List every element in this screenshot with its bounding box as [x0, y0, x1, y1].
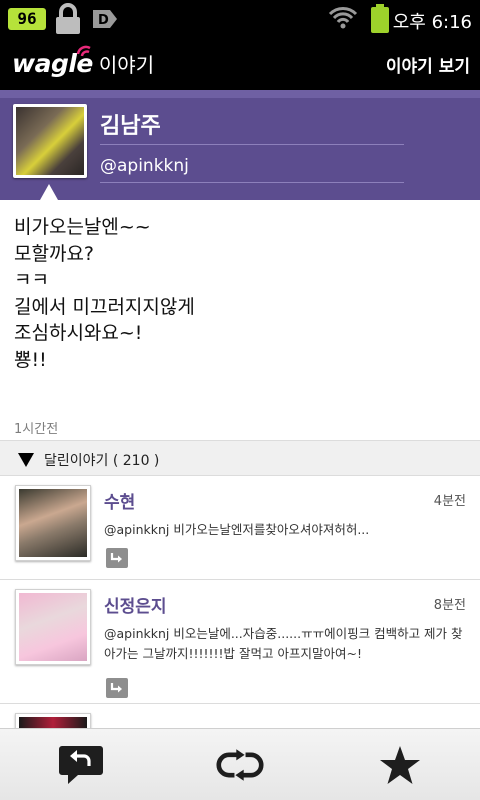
battery-icon — [370, 4, 390, 38]
reply-action-button[interactable] — [106, 678, 128, 698]
status-bar: 96 D 오후 6:16 — [0, 0, 480, 38]
bottom-action-bar — [0, 728, 480, 800]
reply-item[interactable]: 수현 4분전 @apinkknj 비가오는날엔저를찾아오셔야져허허... — [0, 476, 480, 580]
reply-avatar[interactable] — [15, 485, 91, 561]
reply-action-button[interactable] — [106, 548, 128, 568]
clock: 오후 6:16 — [392, 12, 472, 33]
reply-arrow-icon — [110, 553, 122, 563]
message-line: 뿅!! — [14, 348, 47, 371]
repost-button[interactable] — [216, 741, 264, 789]
replies-header[interactable]: 달린이야기 ( 210 ) — [0, 440, 480, 476]
view-stories-button[interactable]: 이야기 보기 — [386, 52, 470, 77]
message-body: 비가오는날엔~~ 모할까요? ㅋㅋ 길에서 미끄러지지않게 조심하시와요~! 뿅… — [14, 214, 464, 373]
reply-avatar[interactable] — [15, 589, 91, 665]
logo-subtitle: 이야기 — [98, 53, 155, 77]
svg-text:D: D — [98, 13, 109, 28]
reply-item[interactable]: 신정은지 8분전 @apinkknj 비오는날에...자습중......ㅠㅠ에이… — [0, 580, 480, 704]
reply-avatar[interactable] — [15, 713, 91, 728]
reply-icon — [59, 746, 103, 784]
reply-text: @apinkknj 비오는날에...자습중......ㅠㅠ에이핑크 컴백하고 제… — [104, 626, 463, 661]
profile-header: 김남주 @apinkknj — [0, 90, 480, 200]
profile-name[interactable]: 김남주 — [100, 108, 161, 140]
wagle-logo[interactable]: wagle 이야기 — [12, 44, 155, 82]
collapse-triangle-icon — [18, 452, 34, 471]
replies-list: 수현 4분전 @apinkknj 비가오는날엔저를찾아오셔야져허허... 신정은… — [0, 476, 480, 728]
profile-avatar[interactable] — [13, 104, 87, 178]
divider — [100, 144, 404, 145]
profile-handle[interactable]: @apinkknj — [100, 156, 189, 176]
wifi-icon — [328, 6, 358, 34]
reply-text: @apinkknj 비가오는날엔저를찾아오셔야져허허... — [104, 522, 370, 537]
lock-icon — [54, 3, 82, 39]
message-line: 조심하시와요~! — [14, 322, 143, 344]
reply-author[interactable]: 신정은지 — [104, 592, 167, 617]
speech-pointer — [40, 184, 58, 200]
battery-level-badge: 96 — [8, 8, 46, 30]
message-line: ㅋㅋ — [14, 269, 49, 291]
reply-button[interactable] — [57, 741, 105, 789]
reply-arrow-icon — [110, 683, 122, 693]
divider — [100, 182, 404, 183]
reply-item-partial[interactable] — [0, 704, 480, 728]
message-line: 길에서 미끄러지지않게 — [14, 295, 195, 318]
replies-count-label: 달린이야기 ( 210 ) — [44, 453, 160, 469]
favorite-star-icon — [380, 746, 420, 784]
message-line: 모할까요? — [14, 242, 95, 265]
notification-d-icon: D — [92, 9, 118, 33]
logo-signal-icon — [76, 44, 96, 64]
favorite-button[interactable] — [376, 741, 424, 789]
reply-author[interactable]: 수현 — [104, 488, 135, 513]
title-bar: wagle 이야기 이야기 보기 — [0, 38, 480, 90]
repost-icon — [216, 749, 264, 781]
message-timestamp: 1시간전 — [14, 422, 59, 437]
message-line: 비가오는날엔~~ — [14, 216, 151, 238]
reply-timestamp: 4분전 — [433, 494, 466, 509]
reply-timestamp: 8분전 — [433, 598, 466, 613]
